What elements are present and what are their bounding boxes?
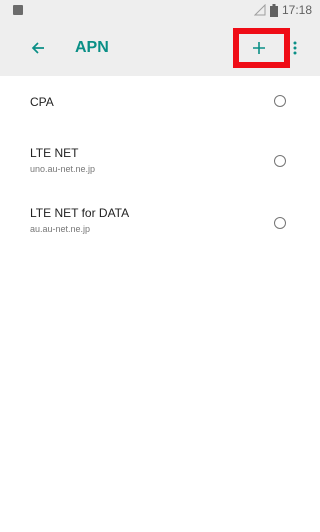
- status-bar: 17:18: [0, 0, 320, 20]
- more-vert-icon: [293, 41, 297, 55]
- apn-address: uno.au-net.ne.jp: [30, 164, 96, 174]
- status-time: 17:18: [281, 3, 312, 17]
- apn-radio-button[interactable]: [274, 155, 286, 167]
- add-apn-button[interactable]: [245, 36, 273, 60]
- toolbar: APN: [0, 20, 320, 76]
- apn-address: au.au-net.ne.jp: [30, 224, 91, 234]
- plus-icon: [253, 42, 265, 54]
- status-indicators: 17:18: [253, 0, 312, 20]
- apn-item-lte-net[interactable]: LTE NET uno.au-net.ne.jp: [0, 126, 320, 186]
- arrow-back-icon[interactable]: [26, 36, 50, 60]
- battery-icon: [269, 3, 278, 17]
- apn-radio-button[interactable]: [274, 95, 286, 107]
- apn-radio-button[interactable]: [274, 217, 286, 229]
- apn-name: LTE NET: [30, 146, 79, 160]
- signal-icon: [253, 4, 266, 16]
- overflow-menu-button[interactable]: [288, 36, 302, 60]
- page-title: APN: [75, 39, 109, 56]
- apn-name: CPA: [30, 95, 54, 109]
- apn-item-cpa[interactable]: CPA: [0, 76, 320, 126]
- apn-name: LTE NET for DATA: [30, 206, 130, 220]
- app-notification-icon: [13, 5, 23, 15]
- apn-item-lte-net-for-data[interactable]: LTE NET for DATA au.au-net.ne.jp: [0, 186, 320, 246]
